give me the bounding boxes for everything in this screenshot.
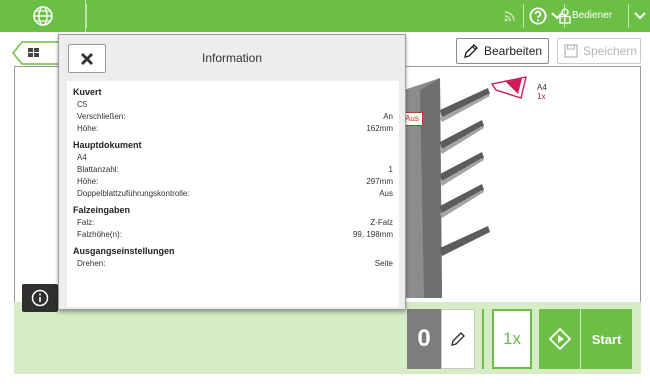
home-button[interactable] [0, 0, 86, 32]
counter-value: 0 [407, 309, 441, 369]
info-row: Höhe: 162mm [73, 123, 393, 135]
info-row: Blattanzahl: 1 [73, 164, 393, 176]
edit-button[interactable]: Bearbeiten [456, 38, 549, 64]
section-title: Hauptdokument [73, 140, 142, 150]
start-button-label: Start [591, 331, 622, 347]
info-row: A4 [73, 152, 393, 164]
pencil-icon [464, 44, 478, 58]
info-row: Drehen: Seite [73, 258, 393, 270]
piece-counter[interactable]: 0 [407, 309, 475, 369]
dialog-header: Information [59, 35, 405, 81]
info-row-label: Falzhöhe(n): [77, 230, 122, 239]
start-diamond-icon [539, 309, 581, 369]
section-title: Ausgangseinstellungen [73, 246, 175, 256]
save-button-label: Speichern [583, 44, 638, 58]
info-row: Doppelblattzuführungskontrolle: Aus [73, 188, 393, 200]
info-button[interactable] [22, 284, 58, 312]
pencil-icon [451, 332, 465, 346]
section-title: Falzeingaben [73, 205, 131, 215]
info-row-label: Drehen: [77, 259, 106, 268]
question-icon[interactable] [527, 0, 549, 32]
close-icon [81, 52, 93, 65]
app-screen: Bediener Bearbeiten Speichern Aus A4 1x … [0, 0, 650, 390]
start-button[interactable]: Start [539, 309, 632, 369]
feeder-count-label: 1x [537, 92, 546, 101]
info-row: Höhe: 297mm [73, 176, 393, 188]
save-button[interactable]: Speichern [557, 38, 641, 64]
info-row-value: An [383, 112, 393, 121]
counter-edit-button[interactable] [441, 309, 475, 369]
user-name-label[interactable]: Bediener [572, 0, 612, 32]
floppy-disk-icon [564, 44, 578, 58]
info-row-label: A4 [77, 153, 87, 162]
feeder-document-label: A4 1x [537, 83, 547, 101]
close-button[interactable] [68, 44, 106, 73]
info-row-value: 162mm [366, 124, 393, 133]
user-dropdown-chevron-icon[interactable] [632, 0, 648, 32]
top-bar: Bediener [0, 0, 650, 32]
info-icon [31, 289, 49, 307]
info-row-label: Höhe: [77, 124, 99, 133]
info-row-value: 99, 198mm [352, 230, 393, 239]
bottom-bar-divider [482, 309, 484, 369]
info-row: Verschließen: An [73, 111, 393, 123]
info-row-label: Falz: [77, 218, 95, 227]
multiplier-button[interactable]: 1x [492, 309, 532, 369]
back-button[interactable] [12, 41, 62, 65]
info-row-label: Blattanzahl: [77, 165, 119, 174]
info-row-value: Aus [379, 189, 393, 198]
wifi-icon[interactable] [497, 0, 523, 32]
top-bar-divider [628, 4, 629, 28]
inserter-machine-illustration [404, 76, 527, 298]
top-bar-divider [86, 4, 87, 28]
info-row-label: C5 [77, 100, 88, 109]
info-row-value: Z-Falz [370, 218, 393, 227]
info-row: Falz: Z-Falz [73, 217, 393, 229]
dialog-title: Information [201, 51, 263, 65]
section-title: Kuvert [73, 87, 102, 97]
edit-button-label: Bearbeiten [484, 44, 543, 58]
dialog-body[interactable]: Kuvert C5 Verschließen: An Höhe: 162mm H… [67, 81, 399, 307]
info-row-label: Verschließen: [77, 112, 126, 121]
info-row-value: Seite [374, 259, 393, 268]
feeder-format-label: A4 [537, 83, 547, 92]
info-row: Falzhöhe(n): 99, 198mm [73, 229, 393, 241]
info-row-label: Doppelblattzuführungskontrolle: [77, 189, 190, 198]
info-row-label: Höhe: [77, 177, 99, 186]
info-row-value: 297mm [366, 177, 393, 186]
info-row: C5 [73, 99, 393, 111]
info-row-value: 1 [388, 165, 393, 174]
globe-icon [32, 6, 53, 26]
top-bar-divider [523, 4, 524, 28]
information-dialog: Information Kuvert C5 Verschließen: An H… [58, 34, 406, 310]
